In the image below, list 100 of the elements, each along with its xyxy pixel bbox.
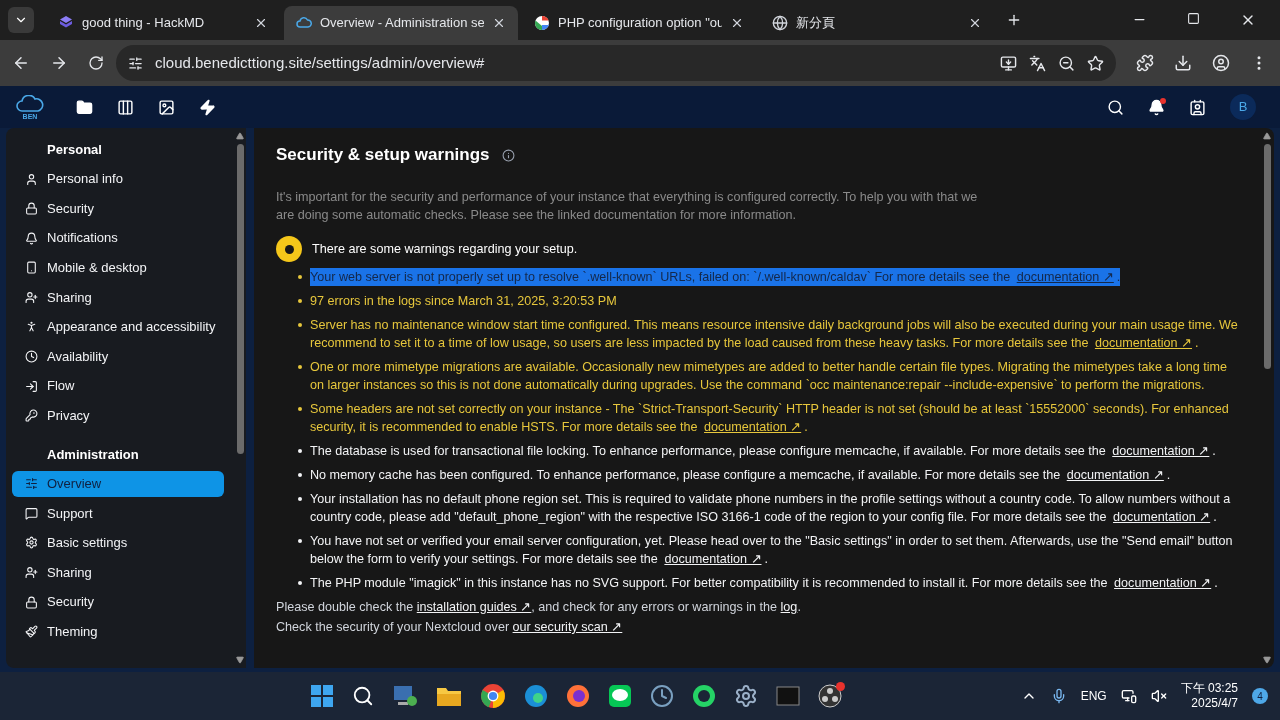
tab-search-button[interactable] xyxy=(8,7,34,33)
sidebar-item[interactable]: Mobile & desktop xyxy=(12,254,224,281)
sidebar-item[interactable]: Notifications xyxy=(12,225,224,252)
sidebar-item[interactable]: Personal info xyxy=(12,166,224,192)
terminal-icon[interactable] xyxy=(776,686,801,706)
folder-icon[interactable] xyxy=(76,98,93,116)
person-plus-icon xyxy=(25,290,38,304)
link[interactable]: documentation ↗ xyxy=(1113,510,1211,524)
link[interactable]: our security scan ↗ xyxy=(512,620,623,634)
gear-icon[interactable] xyxy=(734,684,759,708)
clock-icon xyxy=(25,350,38,364)
info-icon[interactable] xyxy=(501,148,515,162)
restore-icon[interactable] xyxy=(1187,12,1200,25)
sidebar-item[interactable]: Sharing xyxy=(12,284,224,311)
search-icon[interactable] xyxy=(1107,98,1124,116)
warning-text: The database is used for transactional file locking. To enhance performance, please configure memcache, if available. For more details see the documentation ↗ . xyxy=(310,443,1216,460)
extensions-icon[interactable] xyxy=(1136,54,1154,72)
sidebar-item[interactable]: Security xyxy=(12,589,224,616)
download-icon[interactable] xyxy=(1174,54,1192,72)
browser-tab[interactable]: good thing - HackMD xyxy=(46,6,280,40)
cloud-icon xyxy=(296,15,312,31)
new-tab-icon[interactable] xyxy=(1006,12,1022,28)
close-icon[interactable] xyxy=(254,16,268,30)
link[interactable]: documentation ↗ xyxy=(1114,576,1212,590)
sidebar-item[interactable]: Theming xyxy=(12,618,224,645)
warning-text: You have not set or verified your email server configuration, yet. Please head over to the "Basic settings" in order to set them. Afterwards, use the "Send email" button below the form to verify your settings. For more details see the documentation ↗ . xyxy=(310,533,1234,568)
warning-text: The PHP module "imagick" in this instance has no SVG support. For better compatibility it is recommended to install it. For more details see the documentation ↗ . xyxy=(310,575,1218,592)
sidebar-item[interactable]: Flow xyxy=(12,373,224,400)
footer-text: Please double check the installation guides ↗, and check for any errors or warnings in the log. xyxy=(276,599,802,616)
language-indicator[interactable]: ENG xyxy=(1080,687,1107,705)
search-icon[interactable] xyxy=(352,685,375,707)
phone-icon xyxy=(25,261,38,275)
reload-icon[interactable] xyxy=(88,55,104,71)
close-icon[interactable] xyxy=(492,16,506,30)
sidebar-item[interactable]: Security xyxy=(12,195,224,222)
sidebar-item[interactable]: Overview xyxy=(12,470,224,497)
scroll-down-icon[interactable] xyxy=(1263,656,1271,664)
sidebar-item[interactable]: Sharing xyxy=(12,559,224,586)
back-icon[interactable] xyxy=(12,54,30,72)
link[interactable]: installation guides ↗ xyxy=(416,600,532,614)
bookmark-icon[interactable] xyxy=(1087,54,1104,72)
warning-text: One or more mimetype migrations are available. Occasionally new mimetypes are added to better handle certain file types. Migrating the mimetypes take a long time on larger instances so this is not done automatically during upgrades. Use the command `occ maintenance:repair --include-expensive` to perform the migrations. xyxy=(310,359,1228,394)
close-icon[interactable] xyxy=(968,16,982,30)
tab-title: Overview - Administration se xyxy=(320,14,484,33)
warning-text: Some headers are not set correctly on your instance - The `Strict-Transport-Security` HTTP header is not set (should be at least `15552000` seconds). For enhanced security, it is recommended to enable HSTS. For more details see the documentation ↗ . xyxy=(310,401,1230,436)
speech-bubble-icon xyxy=(25,506,38,520)
sidebar-item[interactable]: Availability xyxy=(12,343,224,370)
bullet-icon xyxy=(298,473,302,477)
sidebar-item[interactable]: Privacy xyxy=(12,402,224,429)
image-icon[interactable] xyxy=(158,98,175,116)
folder-icon[interactable] xyxy=(436,685,463,707)
bullet-icon xyxy=(298,299,302,303)
avatar[interactable]: B xyxy=(1230,94,1256,120)
scroll-up-icon[interactable] xyxy=(1263,132,1271,140)
zoom-icon[interactable] xyxy=(1058,54,1075,72)
bullet-icon xyxy=(298,449,302,453)
scroll-down-icon[interactable] xyxy=(236,656,244,664)
clock[interactable]: 下午 03:25 2025/4/7 xyxy=(1180,681,1238,711)
warning-text: No memory cache has been configured. To enhance performance, please configure a memcache, if available. For more details see the documentation ↗ . xyxy=(310,467,1171,484)
notification-badge[interactable]: 4 xyxy=(1252,688,1268,704)
sidebar-item[interactable]: Support xyxy=(12,500,224,527)
clock-icon[interactable] xyxy=(650,684,675,708)
network-icon[interactable] xyxy=(1120,688,1137,704)
tab-title: 新分頁 xyxy=(796,14,836,33)
scroll-up-icon[interactable] xyxy=(236,132,244,140)
bullet-icon xyxy=(298,497,302,501)
bullet-icon xyxy=(298,365,302,369)
scroll-thumb[interactable] xyxy=(236,144,244,454)
sidebar-item[interactable]: Basic settings xyxy=(12,529,224,556)
link[interactable]: documentation ↗ xyxy=(704,420,802,434)
key-icon xyxy=(25,409,38,423)
computer-icon[interactable] xyxy=(392,684,419,708)
lightning-icon[interactable] xyxy=(199,98,216,116)
chrome-icon[interactable] xyxy=(480,683,507,709)
close-icon[interactable] xyxy=(730,16,744,30)
browser-tab[interactable]: 新分頁 xyxy=(760,6,994,40)
bell-icon[interactable] xyxy=(1148,98,1165,116)
scroll-thumb[interactable] xyxy=(1263,144,1271,369)
columns-icon[interactable] xyxy=(117,98,134,116)
section-heading: Administration xyxy=(46,445,140,464)
contacts-icon[interactable] xyxy=(1189,98,1206,116)
link[interactable]: documentation ↗ xyxy=(1094,336,1192,350)
link[interactable]: documentation ↗ xyxy=(664,552,762,566)
chat-app-icon[interactable] xyxy=(608,684,633,708)
page-title: Security & setup warnings xyxy=(276,146,490,164)
bullet-icon xyxy=(298,539,302,543)
paintbrush-icon xyxy=(25,625,38,639)
windows-icon[interactable] xyxy=(310,684,335,708)
address-bar[interactable]: cloud.benedicttiong.site/settings/admin/overview# xyxy=(116,45,1116,81)
browser-tab[interactable]: Overview - Administration se xyxy=(284,6,518,40)
warning-text: Server has no maintenance window start time configured. This means resource intensive daily background jobs will also be executed during your main usage time. We recommend to set it to a time of low usage, so users are less impacted by the load caused from these heavy tasks. For more details see the documentation ↗ . xyxy=(310,317,1239,352)
link[interactable]: documentation ↗ xyxy=(1112,444,1210,458)
mute-icon[interactable] xyxy=(1150,688,1167,704)
translate-icon[interactable] xyxy=(1029,54,1046,72)
forward-icon[interactable] xyxy=(50,54,68,72)
sidebar-item[interactable]: Appearance and accessibility xyxy=(12,313,224,340)
install-icon[interactable] xyxy=(1000,54,1017,72)
link[interactable]: documentation ↗ xyxy=(1066,468,1164,482)
site-info-icon[interactable] xyxy=(128,55,143,71)
profile-icon[interactable] xyxy=(1212,54,1230,72)
